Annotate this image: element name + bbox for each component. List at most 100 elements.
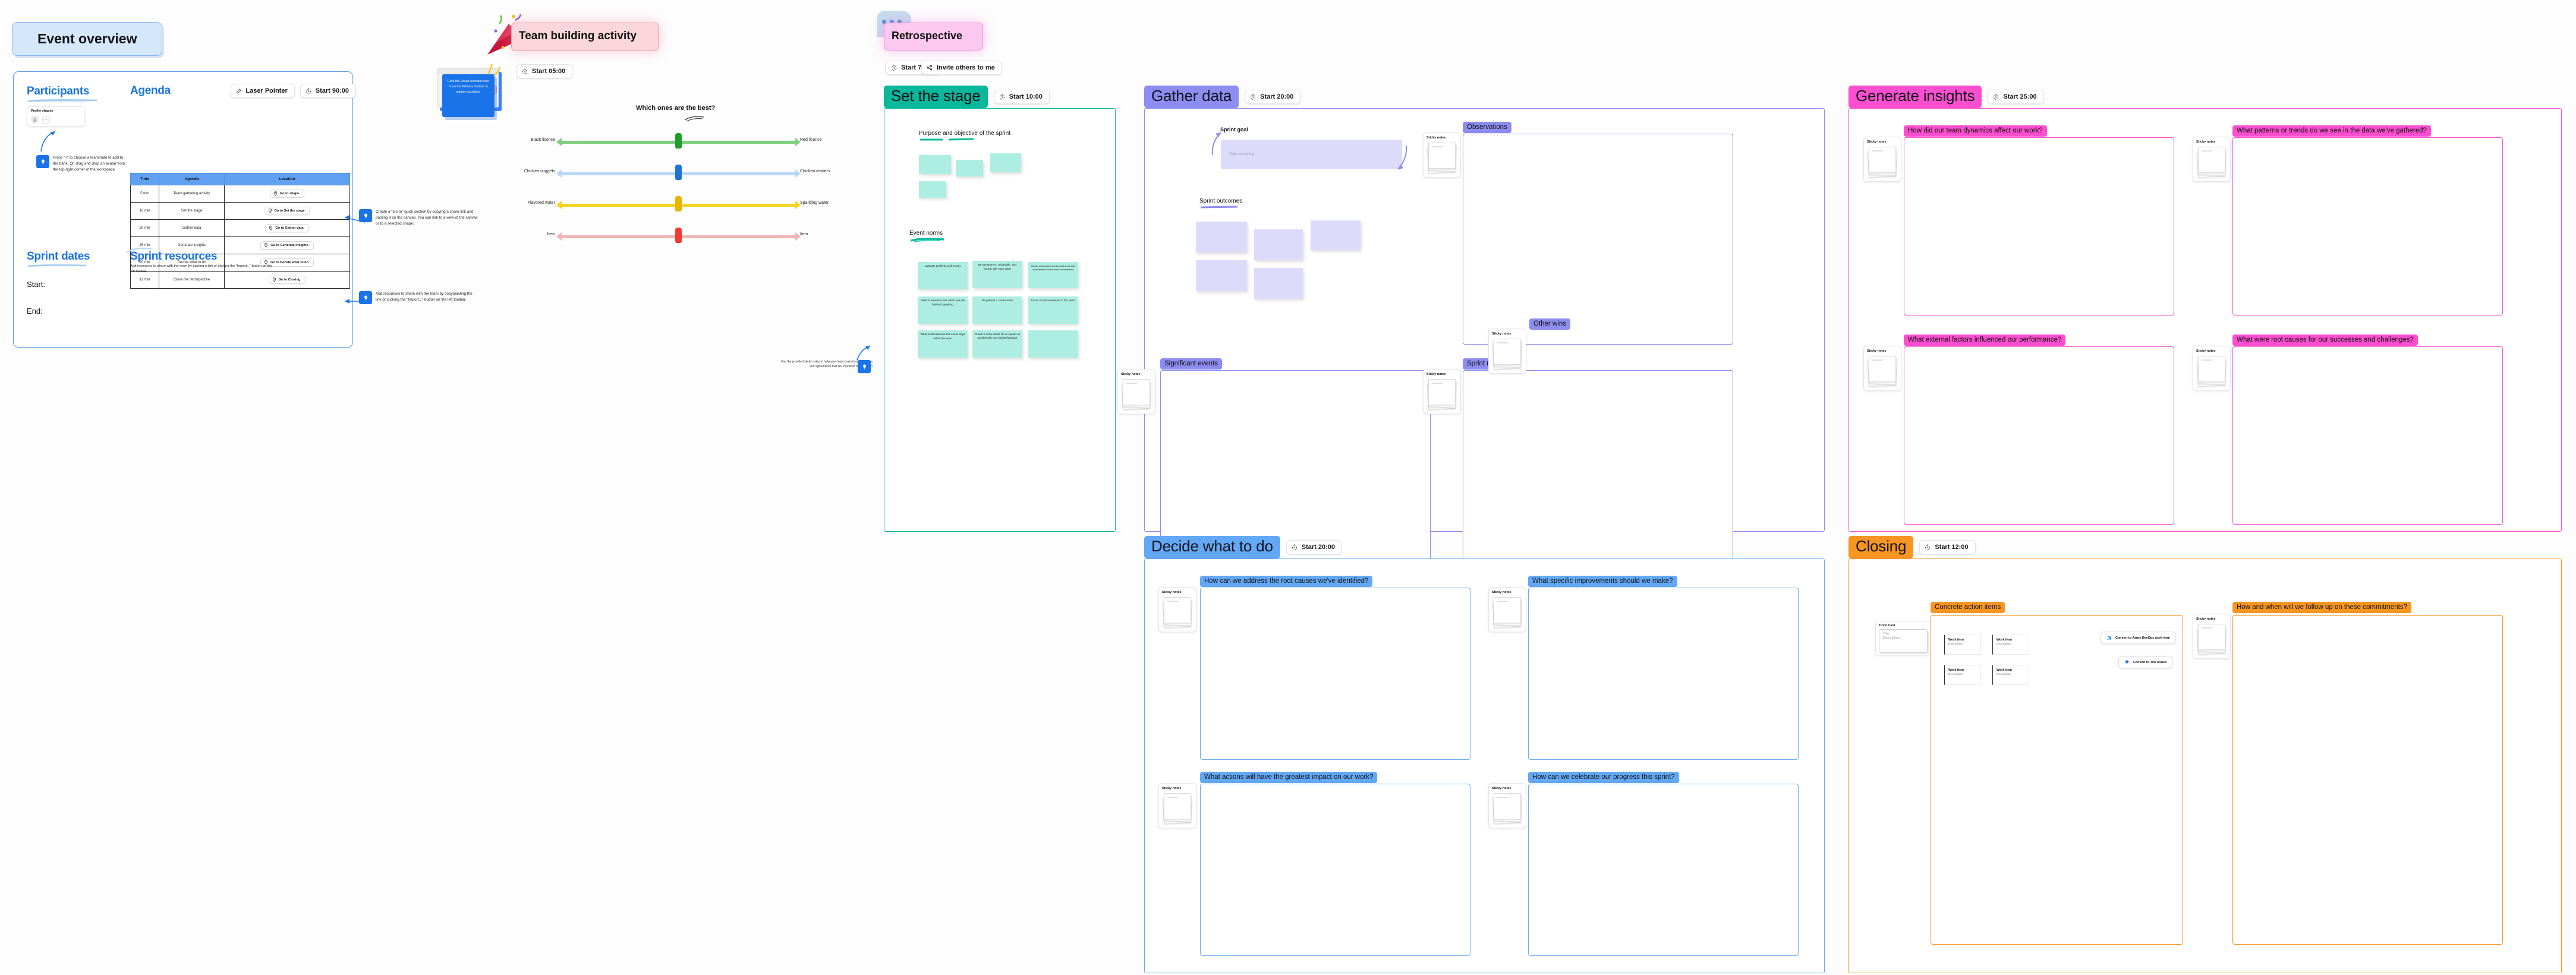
sticky-note[interactable] [1254, 229, 1303, 260]
answer-area-root-causes[interactable] [2232, 346, 2503, 525]
answer-area-team-dynamics[interactable] [1904, 137, 2174, 315]
question-tag-patterns-trends[interactable]: What patterns or trends do we see in the… [2232, 125, 2431, 137]
frame-tag-closing[interactable]: Closing [1848, 536, 1914, 559]
answer-area-external-factors[interactable] [1904, 346, 2174, 525]
answer-area-concrete-action-items[interactable]: Work item Description Work item Descript… [1931, 615, 2183, 945]
sticky-notes-pack[interactable]: Sticky notes [1863, 346, 1901, 391]
frame-tag-gather-data[interactable]: Gather data [1144, 86, 1239, 108]
set-the-stage-start-timer-button[interactable]: Start 10:00 [993, 89, 1050, 104]
sticky-note[interactable]: Pass to someone else when you are finish… [918, 296, 968, 324]
laser-pointer-button[interactable]: Laser Pointer [231, 84, 295, 98]
sticky-notes-pack[interactable]: Sticky notes [1423, 132, 1461, 178]
slider-knob[interactable] [675, 133, 682, 149]
sticky-note[interactable] [990, 153, 1021, 172]
closing-start-timer-button[interactable]: Start 12:00 [1919, 539, 1976, 554]
sticky-notes-pack[interactable]: Sticky notes [1158, 783, 1196, 828]
whiteboard-canvas: Event overview Participants Profile shap… [0, 0, 2576, 975]
sticky-note[interactable]: Identify actionable commitments and crea… [1028, 262, 1078, 288]
invite-others-button[interactable]: Invite others to me [921, 61, 1002, 75]
goto-button[interactable]: Go to Generate insights [260, 241, 314, 250]
decide-start-timer-button[interactable]: Start 20:00 [1286, 539, 1342, 554]
question-tag-follow-up[interactable]: How and when will we follow up on these … [2232, 602, 2411, 614]
question-tag-greatest-impact[interactable]: What actions will have the greatest impa… [1200, 772, 1378, 784]
add-participant-button[interactable]: + [42, 116, 50, 124]
slider-row[interactable]: Chicken nuggets Chicken tenders [511, 165, 868, 182]
slider-knob[interactable] [675, 165, 682, 180]
answer-area-observations[interactable] [1463, 134, 1733, 345]
goto-button[interactable]: Go to Set the stage [264, 207, 310, 215]
retrospective-title-chip[interactable]: Retrospective [884, 23, 984, 51]
sticky-notes-pack[interactable]: Sticky notes [2193, 346, 2231, 391]
gather-data-start-timer-button[interactable]: Start 20:00 [1245, 89, 1301, 104]
sticky-notes-pack[interactable]: Sticky notes [2193, 614, 2231, 659]
sticky-note[interactable]: Growth is in the details. Be as specific… [972, 330, 1022, 358]
goto-button[interactable]: Go to Gather data [265, 224, 309, 232]
sticky-notes-pack[interactable]: Sticky notes [1117, 369, 1155, 414]
sticky-notes-pack[interactable]: Sticky notes [1863, 137, 1901, 182]
sticky-note[interactable]: Be transparent, vulnerable, and honest w… [972, 261, 1022, 288]
sticky-note[interactable] [1028, 330, 1078, 358]
sticky-notes-pack[interactable]: Sticky notes [1423, 369, 1461, 414]
work-item-card[interactable]: Work item Description [1944, 635, 1981, 655]
answer-area-follow-up[interactable] [2232, 615, 2503, 945]
frame-tag-set-the-stage[interactable]: Set the stage [884, 86, 988, 108]
answer-area-patterns-trends[interactable] [2232, 137, 2503, 315]
slider-row[interactable]: Item Item [511, 228, 868, 245]
sticky-note[interactable]: Cultivate positivity and energy [918, 262, 968, 289]
sticky-note[interactable] [1196, 222, 1247, 253]
answer-area-celebrate-progress[interactable] [1528, 784, 1799, 956]
sprint-goal-input[interactable]: Type something [1221, 140, 1402, 169]
slider-knob[interactable] [675, 228, 682, 243]
question-tag-significant-events[interactable]: Significant events [1160, 358, 1223, 370]
profile-shapes-box[interactable]: Profile shapes + [27, 106, 85, 127]
work-item-card[interactable]: Work item Description [1944, 665, 1981, 685]
sticky-note[interactable] [1196, 260, 1247, 291]
slider-knob[interactable] [675, 196, 682, 212]
frame-tag-decide-what-to-do[interactable]: Decide what to do [1144, 536, 1280, 559]
frame-tag-generate-insights[interactable]: Generate insights [1848, 86, 1982, 108]
generate-insights-start-timer-button[interactable]: Start 25:00 [1988, 89, 2044, 104]
question-tag-team-dynamics[interactable]: How did our team dynamics affect our wor… [1904, 125, 2047, 137]
question-tag-specific-improvements[interactable]: What specific improvements should we mak… [1528, 576, 1677, 588]
sticky-note[interactable] [956, 160, 983, 176]
sticky-notes-pack[interactable]: Sticky notes [1488, 783, 1526, 828]
agenda-start-timer-button[interactable]: Start 90:00 [300, 84, 356, 98]
agenda-item: Team gathering activity [159, 185, 225, 203]
sticky-notes-pack[interactable]: Sticky notes [1488, 587, 1526, 632]
sticky-note[interactable]: What is discussed in this event stays wi… [918, 330, 968, 358]
question-tag-address-root-causes[interactable]: How can we address the root causes we've… [1200, 576, 1373, 588]
answer-area-sprint-metrics[interactable] [1463, 370, 1733, 560]
event-overview-title-chip[interactable]: Event overview [12, 22, 163, 56]
answer-area-greatest-impact[interactable] [1200, 784, 1470, 956]
convert-to-jira-button[interactable]: Convert to Jira issues [2118, 656, 2173, 668]
ticket-card[interactable]: Ticket Card Title Description [1875, 621, 1931, 655]
question-tag-celebrate-progress[interactable]: How can we celebrate our progress this s… [1528, 772, 1679, 784]
team-building-title-chip[interactable]: Team building activity [511, 23, 659, 51]
sticky-note[interactable] [1254, 268, 1303, 299]
slider-row[interactable]: Black licorice Red licorice [511, 133, 868, 151]
question-tag-concrete-action-items[interactable]: Concrete action items [1931, 602, 2005, 614]
question-tag-observations[interactable]: Observations [1463, 122, 1511, 134]
goto-button[interactable]: Go to Closing [268, 276, 306, 284]
team-building-start-timer-button[interactable]: Start 05:00 [517, 64, 573, 78]
question-tag-root-causes[interactable]: What were root causes for our successes … [2232, 335, 2418, 346]
question-tag-other-wins[interactable]: Other wins [1529, 318, 1570, 330]
work-item-card[interactable]: Work item Description [1992, 635, 2029, 655]
answer-area-significant-events[interactable] [1160, 370, 1431, 560]
slider-row[interactable]: Flavored water Sparkling water [511, 196, 868, 214]
sticky-note[interactable] [919, 181, 946, 198]
work-item-card[interactable]: Work item Description [1992, 665, 2029, 685]
sticky-note[interactable] [919, 155, 951, 174]
sticky-notes-pack[interactable]: Sticky notes [2193, 137, 2231, 182]
answer-area-address-root-causes[interactable] [1200, 588, 1470, 760]
sticky-note[interactable]: Focus on items relevant to the sprint [1028, 296, 1078, 324]
answer-area-specific-improvements[interactable] [1528, 588, 1799, 760]
convert-to-azure-devops-button[interactable]: Convert to Azure DevOps work item [2101, 632, 2176, 644]
goto-button[interactable]: Go to shape [269, 190, 305, 198]
sticky-note-text [956, 160, 983, 165]
sticky-notes-pack[interactable]: Sticky notes [1488, 329, 1526, 374]
question-tag-external-factors[interactable]: What external factors influenced our per… [1904, 335, 2066, 346]
sticky-note[interactable] [1311, 220, 1361, 250]
sticky-notes-pack[interactable]: Sticky notes [1158, 587, 1196, 632]
sticky-note[interactable]: Be positive + constructive [972, 296, 1022, 324]
